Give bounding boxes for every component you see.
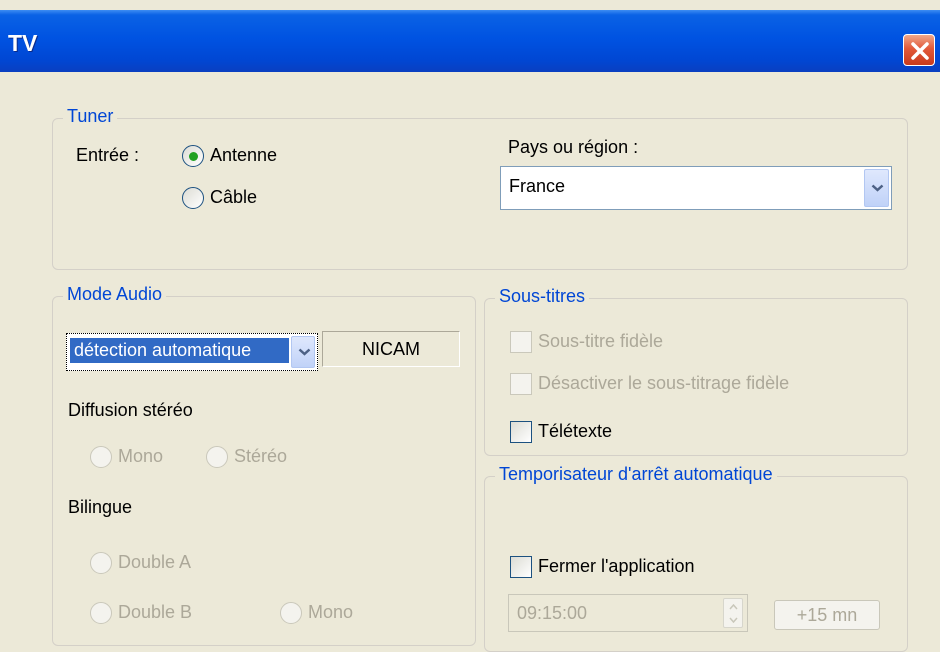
bilingue-mono-radio[interactable] xyxy=(280,602,302,624)
stereo-label[interactable]: Stéréo xyxy=(234,446,287,467)
stereo-mono-radio[interactable] xyxy=(90,446,112,468)
nicam-indicator: NICAM xyxy=(322,331,460,367)
spin-down-icon xyxy=(729,617,738,623)
cable-radio[interactable] xyxy=(182,187,204,209)
stereo-radio[interactable] xyxy=(206,446,228,468)
time-input[interactable]: 09:15:00 xyxy=(508,594,748,632)
audio-mode-value: détection automatique xyxy=(70,338,289,363)
pays-label: Pays ou région : xyxy=(508,137,639,157)
tv-dialog: TV Tuner Entrée : Antenne Câble Pays ou … xyxy=(0,0,940,652)
desactiver-checkbox[interactable] xyxy=(510,373,532,395)
subtitles-legend: Sous-titres xyxy=(495,286,590,307)
teletexte-checkbox[interactable] xyxy=(510,421,532,443)
fermer-app-label[interactable]: Fermer l'application xyxy=(538,556,695,577)
audio-mode-select[interactable]: détection automatique xyxy=(66,333,318,371)
double-b-label[interactable]: Double B xyxy=(118,602,192,623)
cable-label[interactable]: Câble xyxy=(210,187,257,208)
entree-label: Entrée : xyxy=(76,145,140,165)
antenne-label[interactable]: Antenne xyxy=(210,145,277,166)
bilingue-mono-label[interactable]: Mono xyxy=(308,602,353,623)
teletexte-label[interactable]: Télétexte xyxy=(538,421,612,442)
pays-select[interactable]: France xyxy=(500,166,892,210)
stereo-mono-label[interactable]: Mono xyxy=(118,446,163,467)
double-b-radio[interactable] xyxy=(90,602,112,624)
diffusion-label: Diffusion stéréo xyxy=(68,400,193,420)
time-spinner[interactable] xyxy=(723,598,743,628)
audio-legend: Mode Audio xyxy=(63,284,167,305)
bilingue-label: Bilingue xyxy=(68,497,133,517)
pays-dropdown-button[interactable] xyxy=(864,169,889,207)
tuner-legend: Tuner xyxy=(63,106,118,127)
antenne-radio[interactable] xyxy=(182,145,204,167)
chevron-down-icon xyxy=(871,184,884,192)
audio-dropdown-button[interactable] xyxy=(291,336,315,368)
title-bar[interactable]: TV xyxy=(0,10,940,72)
desactiver-label[interactable]: Désactiver le sous-titrage fidèle xyxy=(538,373,789,394)
sous-titre-fidele-label[interactable]: Sous-titre fidèle xyxy=(538,331,663,352)
double-a-label[interactable]: Double A xyxy=(118,552,191,573)
chevron-down-icon xyxy=(298,348,311,356)
pays-value: France xyxy=(509,176,566,196)
fermer-app-checkbox[interactable] xyxy=(510,556,532,578)
plus-15-button[interactable]: +15 mn xyxy=(774,600,880,630)
sous-titre-fidele-checkbox[interactable] xyxy=(510,331,532,353)
close-button[interactable] xyxy=(903,34,935,66)
close-icon xyxy=(911,42,929,60)
window-title: TV xyxy=(8,30,38,56)
spin-up-icon xyxy=(729,604,738,610)
timer-legend: Temporisateur d'arrêt automatique xyxy=(495,464,777,485)
time-value: 09:15:00 xyxy=(517,603,588,623)
double-a-radio[interactable] xyxy=(90,552,112,574)
